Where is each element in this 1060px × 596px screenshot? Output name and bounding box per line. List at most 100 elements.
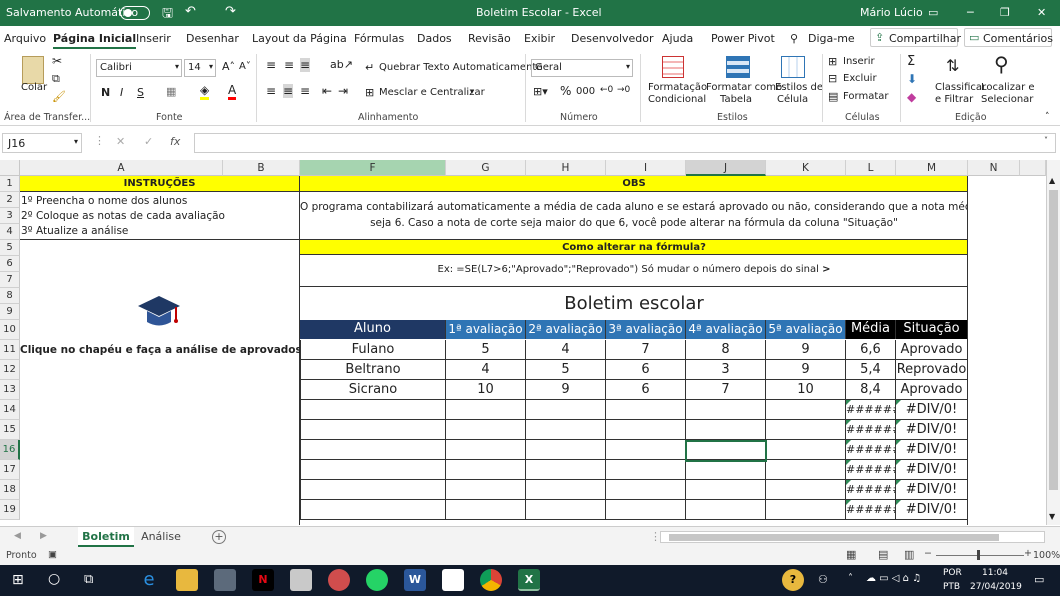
grade-cell[interactable]: [446, 400, 526, 420]
increase-indent-icon[interactable]: ⇥: [338, 84, 348, 98]
row-header-14[interactable]: 14: [0, 400, 20, 420]
grade-cell[interactable]: [526, 460, 606, 480]
cancel-icon[interactable]: ✕: [116, 135, 125, 148]
cell-styles-label-1[interactable]: Estilos de: [775, 82, 823, 93]
next-sheet-icon[interactable]: ▶: [40, 531, 47, 541]
grade-cell[interactable]: [526, 440, 606, 460]
grade-cell[interactable]: [766, 420, 846, 440]
student-name[interactable]: Fulano: [300, 340, 446, 360]
shrink-font-icon[interactable]: A˅: [239, 61, 251, 72]
normal-view-icon[interactable]: ▦: [846, 548, 856, 561]
average-cell[interactable]: ######: [846, 400, 896, 420]
tab-power-pivot[interactable]: Power Pivot: [711, 32, 775, 45]
graduation-cap-icon[interactable]: [136, 294, 182, 330]
grade-cell[interactable]: 10: [446, 380, 526, 400]
grade-cell[interactable]: [526, 480, 606, 500]
user-name[interactable]: Mário Lúcio: [860, 6, 923, 19]
student-name[interactable]: Beltrano: [300, 360, 446, 380]
grade-cell[interactable]: [766, 440, 846, 460]
student-name[interactable]: [300, 400, 446, 420]
header-avaliacao-4[interactable]: 4ª avaliação: [686, 320, 766, 339]
average-cell[interactable]: ######: [846, 420, 896, 440]
paste-icon[interactable]: [22, 56, 44, 84]
status-cell[interactable]: #DIV/0!: [896, 420, 968, 440]
chrome-icon[interactable]: [480, 569, 502, 591]
grade-cell[interactable]: [606, 480, 686, 500]
column-header-b[interactable]: B: [223, 160, 300, 176]
insert-function-icon[interactable]: fx: [170, 135, 180, 148]
align-bottom-icon[interactable]: ≡: [300, 58, 311, 72]
language-2[interactable]: PTB: [943, 582, 960, 592]
column-header-n[interactable]: N: [968, 160, 1020, 176]
share-button[interactable]: ⇪ Compartilhar: [870, 28, 961, 47]
file-explorer-icon[interactable]: [176, 569, 198, 591]
number-format-select[interactable]: Geral ▾: [531, 59, 633, 77]
row-header-11[interactable]: 11: [0, 340, 20, 360]
edge-icon[interactable]: e: [138, 569, 160, 591]
status-cell[interactable]: #DIV/0!: [896, 460, 968, 480]
instruction-2[interactable]: 2º Coloque as notas de cada avaliação: [21, 208, 291, 224]
merge-center-button[interactable]: Mesclar e Centralizar: [379, 87, 485, 98]
column-header-g[interactable]: G: [446, 160, 526, 176]
grade-cell[interactable]: [686, 400, 766, 420]
find-icon[interactable]: ⚲: [994, 52, 1009, 76]
delete-cells-button[interactable]: Excluir: [843, 73, 877, 84]
page-layout-icon[interactable]: ▤: [878, 548, 888, 561]
row-header-4[interactable]: 4: [0, 224, 20, 240]
page-break-icon[interactable]: ▥: [904, 548, 914, 561]
header-avaliacao-5[interactable]: 5ª avaliação: [766, 320, 846, 339]
grade-cell[interactable]: 7: [606, 340, 686, 360]
grade-cell[interactable]: [686, 480, 766, 500]
student-name[interactable]: [300, 500, 446, 520]
sort-filter-label-1[interactable]: Classificar: [935, 82, 986, 93]
scroll-up-icon[interactable]: ▲: [1049, 176, 1055, 185]
align-right-icon[interactable]: ≡: [300, 84, 310, 98]
grade-cell[interactable]: [526, 500, 606, 520]
grade-cell[interactable]: [446, 480, 526, 500]
grade-cell[interactable]: 9: [766, 360, 846, 380]
status-cell[interactable]: #DIV/0!: [896, 500, 968, 520]
grade-cell[interactable]: 7: [686, 380, 766, 400]
cell-styles-label-2[interactable]: Célula: [777, 94, 808, 105]
header-avaliacao-2[interactable]: 2ª avaliação: [526, 320, 606, 339]
document-icon[interactable]: [442, 569, 464, 591]
underline-button[interactable]: S: [137, 86, 144, 99]
grade-cell[interactable]: [446, 420, 526, 440]
grade-cell[interactable]: 4: [446, 360, 526, 380]
obs-line-2[interactable]: seja 6. Caso a nota de corte seja maior …: [300, 217, 968, 233]
format-as-table-icon[interactable]: [726, 56, 750, 78]
row-header-1[interactable]: 1: [0, 176, 20, 192]
zoom-slider-thumb[interactable]: [977, 550, 980, 560]
grade-cell[interactable]: [526, 420, 606, 440]
student-name[interactable]: Sicrano: [300, 380, 446, 400]
column-header-j[interactable]: J: [686, 160, 766, 176]
student-name[interactable]: [300, 440, 446, 460]
column-header-a[interactable]: A: [20, 160, 223, 176]
grade-cell[interactable]: 3: [686, 360, 766, 380]
grade-cell[interactable]: 6: [606, 360, 686, 380]
instruction-1[interactable]: 1º Preencha o nome dos alunos: [21, 193, 291, 209]
grade-cell[interactable]: 6: [606, 380, 686, 400]
column-header-k[interactable]: K: [766, 160, 846, 176]
average-cell[interactable]: 5,4: [846, 360, 896, 380]
bold-button[interactable]: N: [101, 86, 110, 99]
tab-pagina-inicial[interactable]: Página Inicial: [53, 32, 137, 49]
lightbulb-search-icon[interactable]: ⚲: [790, 32, 798, 45]
average-cell[interactable]: 8,4: [846, 380, 896, 400]
search-icon[interactable]: ○: [48, 571, 60, 587]
find-select-label-1[interactable]: Localizar e: [981, 82, 1035, 93]
grade-cell[interactable]: [526, 400, 606, 420]
header-situacao[interactable]: Situação: [896, 320, 968, 339]
status-cell[interactable]: Aprovado: [896, 340, 968, 360]
ribbon-display-icon[interactable]: ▭: [928, 6, 938, 19]
tab-layout[interactable]: Layout da Página: [252, 32, 347, 45]
column-header-m[interactable]: M: [896, 160, 968, 176]
grade-cell[interactable]: [766, 480, 846, 500]
paste-label[interactable]: Colar: [21, 82, 47, 93]
close-icon[interactable]: ✕: [1037, 6, 1046, 19]
wrap-text-button[interactable]: Quebrar Texto Automaticamente: [379, 62, 542, 73]
prev-sheet-icon[interactable]: ◀: [14, 531, 21, 541]
decrease-decimal-icon[interactable]: →0: [617, 85, 630, 95]
average-cell[interactable]: 6,6: [846, 340, 896, 360]
fill-icon[interactable]: ⬇: [907, 72, 917, 86]
